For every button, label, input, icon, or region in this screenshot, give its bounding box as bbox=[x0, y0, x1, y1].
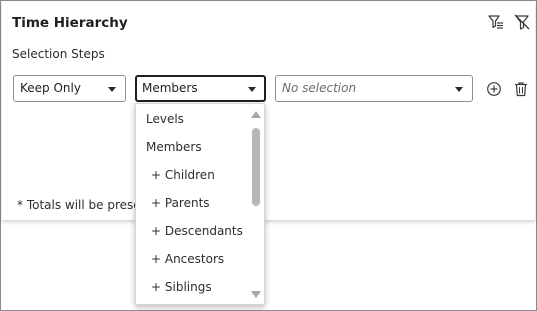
option-levels[interactable]: Levels bbox=[146, 112, 184, 126]
clear-filter-icon[interactable] bbox=[513, 13, 531, 31]
chevron-down-icon bbox=[108, 87, 116, 92]
option-siblings[interactable]: + Siblings bbox=[151, 280, 212, 294]
scrollbar-thumb[interactable] bbox=[252, 128, 260, 206]
option-descendants[interactable]: + Descendants bbox=[151, 224, 243, 238]
action-select-value: Keep Only bbox=[20, 81, 81, 95]
type-select-value: Members bbox=[142, 81, 198, 95]
trash-icon[interactable] bbox=[513, 81, 529, 97]
selection-panel: Time Hierarchy Selection Steps Keep Only… bbox=[2, 2, 535, 220]
scroll-down-arrow-icon[interactable] bbox=[251, 291, 261, 298]
option-members[interactable]: Members bbox=[146, 140, 202, 154]
option-parents[interactable]: + Parents bbox=[151, 196, 210, 210]
totals-footnote: * Totals will be preser bbox=[17, 198, 146, 212]
value-select[interactable]: No selection bbox=[275, 75, 473, 102]
add-circle-icon[interactable] bbox=[486, 81, 502, 97]
option-ancestors[interactable]: + Ancestors bbox=[151, 252, 224, 266]
chevron-down-icon bbox=[455, 87, 463, 92]
dialog-frame: Time Hierarchy Selection Steps Keep Only… bbox=[0, 0, 537, 311]
selection-steps-label: Selection Steps bbox=[12, 47, 105, 61]
action-select[interactable]: Keep Only bbox=[13, 75, 126, 102]
filter-list-icon[interactable] bbox=[487, 13, 505, 31]
panel-title: Time Hierarchy bbox=[12, 15, 128, 31]
option-children[interactable]: + Children bbox=[151, 168, 215, 182]
scroll-up-arrow-icon[interactable] bbox=[251, 111, 261, 118]
chevron-down-icon bbox=[248, 87, 256, 92]
value-select-placeholder: No selection bbox=[282, 81, 357, 95]
type-select[interactable]: Members bbox=[135, 75, 266, 102]
type-dropdown-list[interactable]: Levels Members + Children + Parents + De… bbox=[135, 103, 265, 305]
